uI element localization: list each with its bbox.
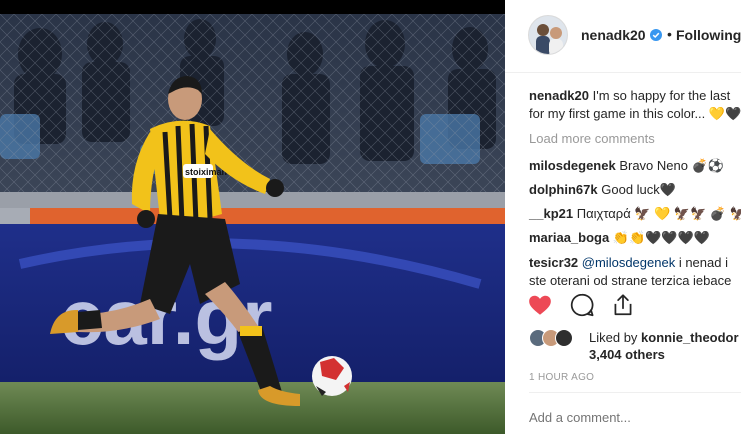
- comment-username[interactable]: __kp21: [529, 206, 573, 221]
- liked-by-username[interactable]: konnie_theodor: [641, 330, 739, 345]
- post-actions: [529, 292, 729, 320]
- comment-text: Bravo Neno 💣⚽: [619, 158, 724, 173]
- comment-item: __kp21 Παιχταρά 🦅 💛 🦅🦅 💣 🦅: [529, 205, 741, 223]
- post-caption: nenadk20 I'm so happy for the last: [529, 87, 730, 105]
- post-timestamp[interactable]: 1 HOUR AGO: [529, 372, 594, 383]
- share-button[interactable]: [610, 292, 636, 318]
- comment-text: Good luck🖤: [601, 182, 676, 197]
- following-button[interactable]: Following: [676, 27, 741, 43]
- verified-badge-icon: [650, 29, 662, 41]
- liker-avatar[interactable]: [555, 329, 573, 347]
- caption-text: I'm so happy for the last: [592, 88, 731, 103]
- comment-text-line2: ste oterani od strane terzica iebace: [529, 273, 732, 288]
- post-sidebar: nenadk20 • Following nenadk20 I'm so hap…: [505, 0, 741, 434]
- comment-mention-link[interactable]: @milosdegenek: [582, 255, 675, 270]
- comment-item: mariaa_boga 👏👏🖤🖤🖤🖤: [529, 229, 710, 247]
- share-upload-icon: [614, 294, 632, 316]
- profile-avatar[interactable]: [528, 15, 568, 55]
- comment-username[interactable]: dolphin67k: [529, 182, 598, 197]
- add-comment-input[interactable]: [529, 410, 729, 425]
- comment-text: i nenad i: [675, 255, 728, 270]
- add-comment-section: [529, 392, 741, 434]
- comment-text: 👏👏🖤🖤🖤🖤: [612, 230, 710, 245]
- orange-rail: [30, 208, 505, 224]
- post-header: nenadk20 • Following: [505, 0, 741, 73]
- caption-text-line2: for my first game in this color... 💛🖤: [529, 106, 741, 121]
- comment-username[interactable]: tesicr32: [529, 255, 578, 270]
- concrete-wall: [0, 192, 505, 208]
- comment-text: Παιχταρά 🦅 💛 🦅🦅 💣 🦅: [576, 206, 741, 221]
- post-photo[interactable]: car.gr stoiximan: [0, 0, 505, 434]
- comment-button[interactable]: [569, 292, 595, 318]
- liked-by-text: Liked by konnie_theodor: [589, 330, 739, 345]
- comment-item: tesicr32 @milosdegenek i nenad i: [529, 254, 728, 272]
- load-more-comments-button[interactable]: Load more comments: [529, 131, 655, 146]
- likes-count[interactable]: 3,404 others: [589, 347, 665, 362]
- likes-summary: Liked by konnie_theodor 3,404 others: [529, 327, 741, 367]
- liked-by-prefix: Liked by: [589, 330, 638, 345]
- comment-item: milosdegenek Bravo Neno 💣⚽: [529, 157, 724, 175]
- comment-username[interactable]: mariaa_boga: [529, 230, 609, 245]
- heart-filled-icon: [529, 295, 551, 315]
- caption-username[interactable]: nenadk20: [529, 88, 589, 103]
- football: [312, 356, 352, 396]
- header-separator: •: [667, 26, 672, 42]
- comment-bubble-icon: [570, 293, 594, 317]
- pitch-grass: [0, 382, 505, 434]
- avatar-image: [529, 16, 567, 54]
- comment-username[interactable]: milosdegenek: [529, 158, 616, 173]
- header-username[interactable]: nenadk20: [581, 27, 646, 43]
- photo-illustration: car.gr stoiximan: [0, 14, 505, 434]
- like-button[interactable]: [527, 292, 553, 318]
- comment-item: dolphin67k Good luck🖤: [529, 181, 676, 199]
